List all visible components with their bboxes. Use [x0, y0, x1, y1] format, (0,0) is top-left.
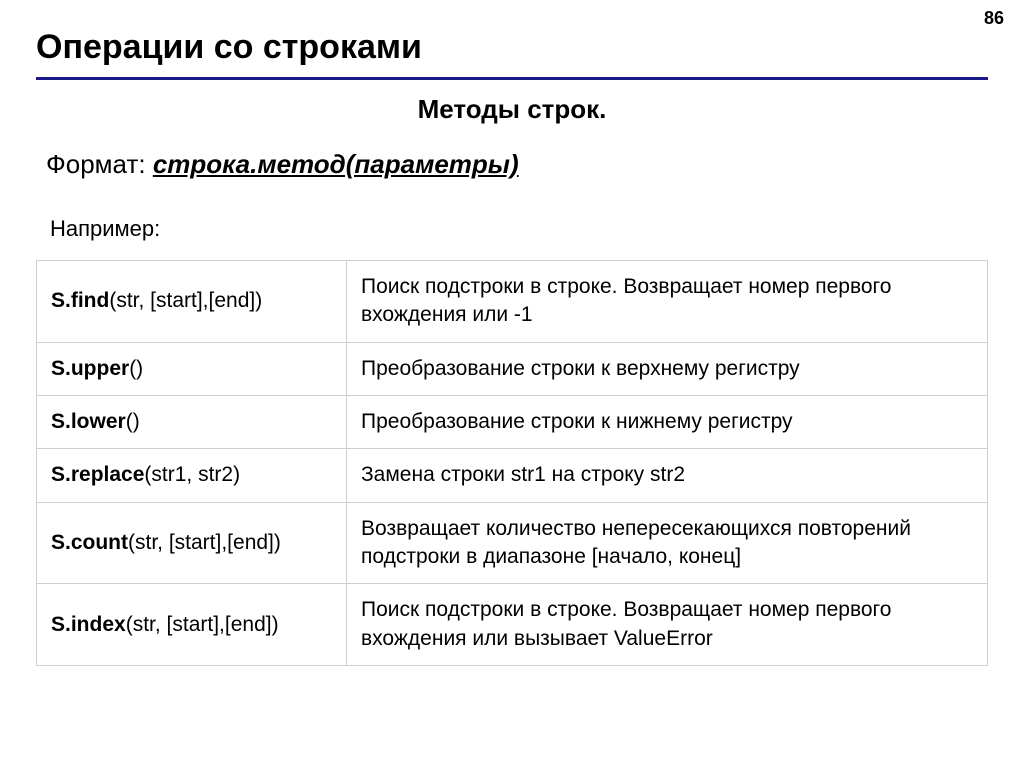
method-cell: S.replace(str1, str2): [37, 449, 347, 502]
table-row: S.lower() Преобразование строки к нижнем…: [37, 396, 988, 449]
table-row: S.index(str, [start],[end]) Поиск подстр…: [37, 584, 988, 666]
format-label: Формат:: [46, 149, 153, 179]
method-cell: S.find(str, [start],[end]): [37, 261, 347, 343]
desc-cell: Возвращает количество непересекающихся п…: [347, 502, 988, 584]
table-row: S.find(str, [start],[end]) Поиск подстро…: [37, 261, 988, 343]
page-number: 86: [984, 8, 1004, 29]
slide-content: Операции со строками Методы строк. Форма…: [0, 0, 1024, 686]
format-line: Формат: строка.метод(параметры): [46, 149, 988, 180]
slide-title: Операции со строками: [36, 28, 988, 80]
method-cell: S.upper(): [37, 342, 347, 395]
desc-cell: Поиск подстроки в строке. Возвращает ном…: [347, 261, 988, 343]
method-cell: S.lower(): [37, 396, 347, 449]
method-cell: S.index(str, [start],[end]): [37, 584, 347, 666]
methods-table: S.find(str, [start],[end]) Поиск подстро…: [36, 260, 988, 666]
table-row: S.replace(str1, str2) Замена строки str1…: [37, 449, 988, 502]
desc-cell: Поиск подстроки в строке. Возвращает ном…: [347, 584, 988, 666]
desc-cell: Замена строки str1 на строку str2: [347, 449, 988, 502]
desc-cell: Преобразование строки к верхнему регистр…: [347, 342, 988, 395]
example-label: Например:: [50, 216, 988, 242]
table-row: S.upper() Преобразование строки к верхне…: [37, 342, 988, 395]
table-row: S.count(str, [start],[end]) Возвращает к…: [37, 502, 988, 584]
desc-cell: Преобразование строки к нижнему регистру: [347, 396, 988, 449]
method-cell: S.count(str, [start],[end]): [37, 502, 347, 584]
format-value: строка.метод(параметры): [153, 149, 519, 179]
slide-subtitle: Методы строк.: [36, 94, 988, 125]
